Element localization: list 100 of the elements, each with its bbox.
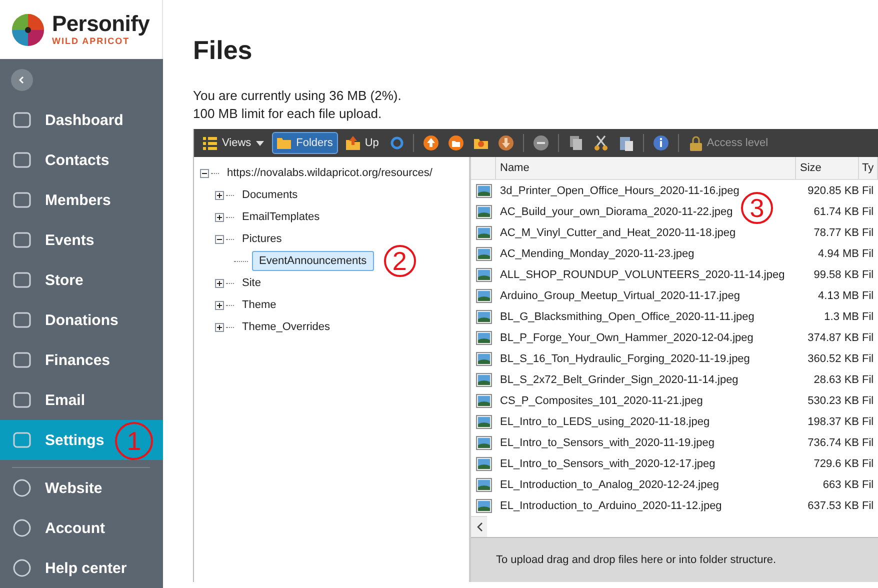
tree-item[interactable]: Site bbox=[238, 274, 265, 292]
brand-name: Personify bbox=[52, 12, 150, 36]
nav-item[interactable]: Finances bbox=[0, 340, 163, 380]
file-name[interactable]: EL_Intro_to_LEDS_using_2020-11-18.jpeg bbox=[500, 416, 710, 428]
file-size: 374.87 KB bbox=[806, 332, 859, 344]
upload-hint: To upload drag and drop files here or into folder structure. bbox=[496, 554, 776, 566]
image-file-icon bbox=[476, 226, 492, 240]
brand-tagline: WILD APRICOT bbox=[52, 36, 131, 48]
file-name[interactable]: Arduino_Group_Meetup_Virtual_2020-11-17.jpeg bbox=[500, 290, 740, 302]
folders-toggle-button[interactable]: Folders bbox=[272, 132, 338, 154]
nav-item[interactable]: Account bbox=[0, 508, 163, 548]
table-cell-text: Fil bbox=[861, 500, 875, 512]
views-menu-button[interactable]: Views bbox=[198, 132, 270, 154]
image-file-icon bbox=[476, 246, 492, 260]
annotation-number: 1 bbox=[115, 422, 153, 460]
tree-item[interactable]: Pictures bbox=[238, 230, 286, 248]
table-cell-text: Fil bbox=[861, 206, 875, 218]
nav-item[interactable]: Donations bbox=[0, 300, 163, 340]
file-size: 4.13 MB bbox=[817, 290, 859, 302]
table-cell-text: Fil bbox=[861, 184, 875, 196]
annotation-number: 2 bbox=[384, 245, 416, 277]
image-file-icon bbox=[476, 498, 492, 512]
table-cell-text: Fil bbox=[861, 310, 875, 322]
image-file-icon bbox=[476, 478, 492, 492]
file-size: 99.58 KB bbox=[812, 268, 859, 280]
up-button[interactable]: Up bbox=[340, 132, 384, 154]
image-file-icon bbox=[476, 394, 492, 408]
tree-toggle[interactable] bbox=[215, 234, 224, 244]
file-name[interactable]: CS_P_Composites_101_2020-11-21.jpeg bbox=[500, 394, 703, 406]
file-name[interactable]: 3d_Printer_Open_Office_Hours_2020-11-16.jpeg bbox=[500, 184, 740, 196]
table-cell-text: Fil bbox=[861, 374, 875, 386]
tree-item[interactable]: Documents bbox=[238, 186, 302, 204]
file-name[interactable]: AC_Build_your_own_Diorama_2020-11-22.jpeg bbox=[500, 206, 733, 218]
file-size: 530.23 KB bbox=[806, 394, 859, 406]
image-file-icon bbox=[476, 184, 492, 198]
tree-toggle[interactable] bbox=[215, 322, 224, 332]
image-file-icon bbox=[476, 204, 492, 218]
file-name[interactable]: BL_S_2x72_Belt_Grinder_Sign_2020-11-14.jpeg bbox=[500, 374, 738, 386]
nav-item[interactable]: Website bbox=[0, 468, 163, 508]
info-text: You are currently using 36 MB (2%). bbox=[193, 87, 402, 105]
table-cell-text: Fil bbox=[861, 226, 875, 238]
file-size: 28.63 KB bbox=[812, 374, 859, 386]
tree-toggle[interactable] bbox=[215, 212, 224, 222]
image-file-icon bbox=[476, 268, 492, 282]
table-cell-text: Fil bbox=[861, 268, 875, 280]
file-size: 920.85 KB bbox=[806, 184, 859, 196]
file-name[interactable]: EL_Introduction_to_Analog_2020-12-24.jpeg bbox=[500, 478, 719, 490]
image-file-icon bbox=[476, 414, 492, 428]
collapse-button[interactable] bbox=[11, 68, 33, 91]
image-file-icon bbox=[476, 456, 492, 470]
file-name[interactable]: BL_S_16_Ton_Hydraulic_Forging_2020-11-19.jpeg bbox=[500, 352, 750, 364]
tree-item[interactable]: EventAnnouncements bbox=[252, 251, 374, 271]
column-header[interactable]: Size bbox=[796, 157, 859, 179]
image-file-icon bbox=[476, 330, 492, 344]
table-cell-text: Fil bbox=[861, 332, 875, 344]
nav-item[interactable]: Members bbox=[0, 180, 163, 220]
file-name[interactable]: BL_P_Forge_Your_Own_Hammer_2020-12-04.jpeg bbox=[500, 332, 754, 344]
nav-item[interactable]: Dashboard bbox=[0, 100, 163, 140]
file-name[interactable]: BL_G_Blacksmithing_Open_Office_2020-11-11.jpeg bbox=[500, 310, 754, 322]
column-header[interactable]: Name bbox=[496, 157, 796, 179]
list-icon bbox=[203, 136, 217, 150]
horizontal-scrollbar[interactable] bbox=[471, 516, 487, 537]
file-name[interactable]: ALL_SHOP_ROUNDUP_VOLUNTEERS_2020-11-14.jpeg bbox=[500, 268, 785, 280]
file-name[interactable]: AC_Mending_Monday_2020-11-23.jpeg bbox=[500, 248, 694, 260]
table-cell-text: Fil bbox=[861, 436, 875, 448]
tree-item[interactable]: Theme_Overrides bbox=[238, 318, 334, 336]
annotation-number: 3 bbox=[741, 192, 773, 224]
nav-item[interactable]: Events bbox=[0, 220, 163, 260]
image-file-icon bbox=[476, 372, 492, 386]
table-cell-text: Fil bbox=[861, 352, 875, 364]
upload-drop-area[interactable]: To upload drag and drop files here or into folder structure. bbox=[471, 537, 878, 582]
file-name[interactable]: EL_Intro_to_Sensors_with_2020-11-19.jpeg bbox=[500, 436, 714, 448]
tree-item[interactable]: Theme bbox=[238, 296, 280, 314]
file-name[interactable]: EL_Intro_to_Sensors_with_2020-12-17.jpeg bbox=[500, 458, 716, 470]
file-name[interactable]: AC_M_Vinyl_Cutter_and_Heat_2020-11-18.jpeg bbox=[500, 226, 736, 238]
table-cell-text: Fil bbox=[861, 394, 875, 406]
file-size: 637.53 KB bbox=[806, 500, 859, 512]
file-size: 1.3 MB bbox=[823, 310, 859, 322]
nav-item[interactable]: Help center bbox=[0, 548, 163, 588]
file-size: 663 KB bbox=[822, 478, 859, 490]
tree-item[interactable]: https://novalabs.wildapricot.org/resources/ bbox=[223, 164, 436, 182]
tree-toggle[interactable] bbox=[200, 168, 209, 178]
nav-item[interactable]: Email bbox=[0, 380, 163, 420]
tree-toggle[interactable] bbox=[215, 190, 224, 200]
tree-item[interactable]: EmailTemplates bbox=[238, 208, 324, 226]
page-title: Files bbox=[193, 35, 254, 65]
scroll-left-icon[interactable] bbox=[477, 522, 483, 532]
column-header[interactable]: Ty bbox=[859, 157, 878, 179]
table-cell-text: Fil bbox=[861, 290, 875, 302]
table-cell-text: Fil bbox=[861, 248, 875, 260]
image-file-icon bbox=[476, 436, 492, 450]
file-size: 4.94 MB bbox=[817, 248, 859, 260]
tree-toggle[interactable] bbox=[215, 278, 224, 288]
nav-item[interactable]: Store bbox=[0, 260, 163, 300]
image-file-icon bbox=[476, 288, 492, 302]
logo-icon bbox=[12, 14, 44, 46]
file-name[interactable]: EL_Introduction_to_Arduino_2020-11-12.jpeg bbox=[500, 500, 722, 512]
tree-toggle[interactable] bbox=[215, 300, 224, 310]
nav-item[interactable]: Contacts bbox=[0, 140, 163, 180]
table-cell-text: Fil bbox=[861, 478, 875, 490]
